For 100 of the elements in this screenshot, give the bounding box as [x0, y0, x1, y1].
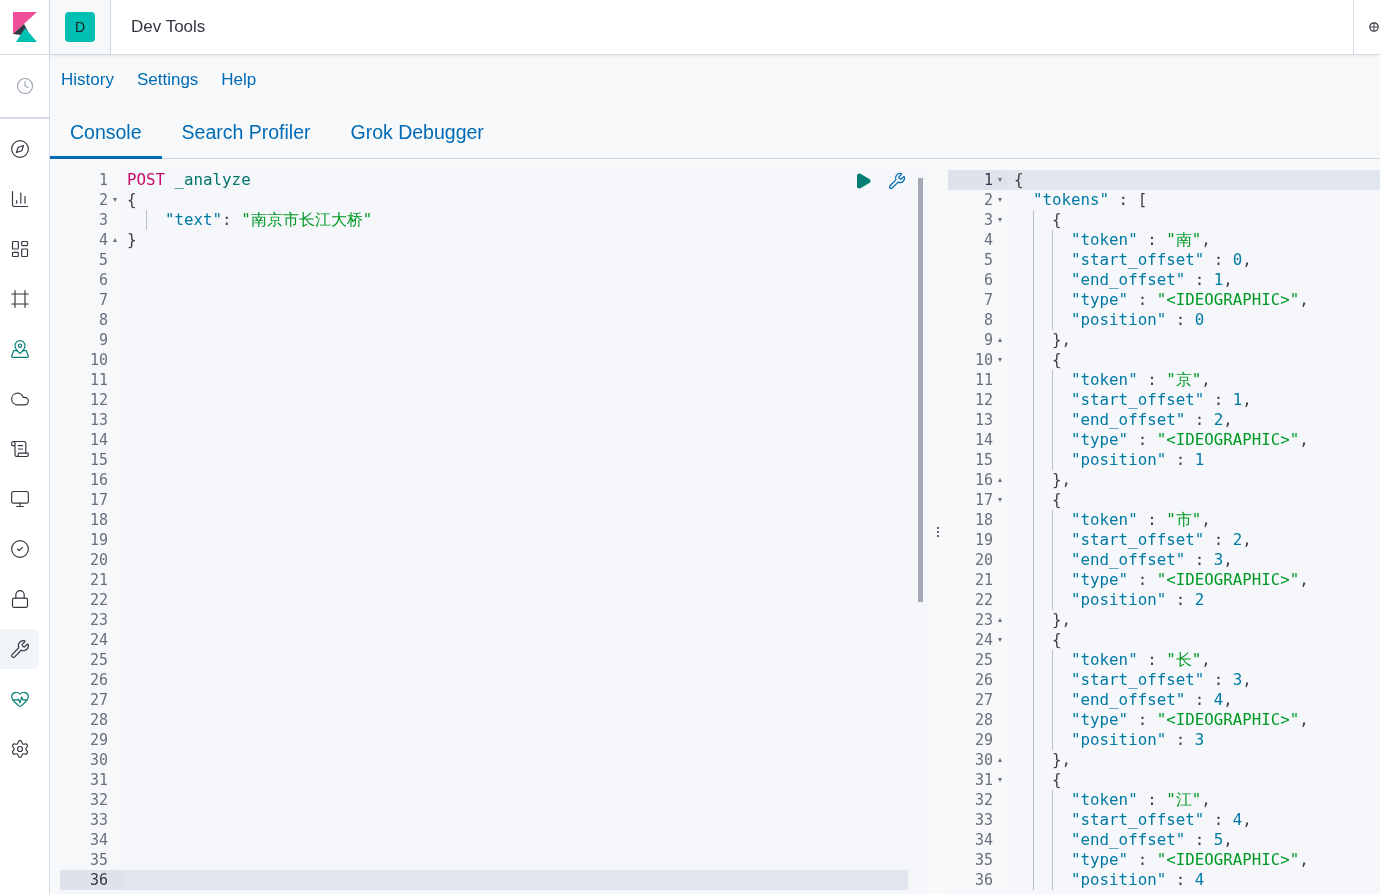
line-number: 23	[88, 610, 108, 630]
line-number: 33	[973, 810, 993, 830]
code-line: "type" : "<IDEOGRAPHIC>",	[1070, 850, 1309, 869]
line-number: 4	[97, 230, 108, 250]
line-number: 11	[88, 370, 108, 390]
fold-toggle[interactable]: ▾	[998, 495, 1002, 505]
code-line: "token" : "长",	[1070, 650, 1211, 669]
line-number: 7	[982, 290, 993, 310]
line-number: 6	[97, 270, 108, 290]
scroll-icon	[10, 439, 30, 459]
menu-link[interactable]: Help	[221, 70, 257, 90]
line-number: 27	[973, 690, 993, 710]
code-line: "end_offset" : 5,	[1070, 830, 1233, 849]
menu-link[interactable]: Settings	[136, 70, 199, 90]
play-icon	[854, 172, 872, 190]
line-number: 2	[97, 190, 108, 210]
wrench-icon	[10, 639, 30, 659]
code-line: "end_offset" : 4,	[1070, 690, 1233, 709]
line-number: 4	[982, 230, 993, 250]
code-line: {	[1051, 770, 1062, 789]
fold-toggle[interactable]: ▴	[998, 335, 1002, 345]
line-number: 2	[982, 190, 993, 210]
line-number: 20	[973, 550, 993, 570]
line-number: 17	[88, 490, 108, 510]
tab[interactable]: Search Profiler	[161, 105, 331, 159]
line-number: 32	[973, 790, 993, 810]
lock-icon	[10, 589, 30, 609]
line-number: 1	[982, 170, 993, 190]
line-number: 8	[97, 310, 108, 330]
fold-toggle[interactable]: ▾	[998, 175, 1002, 185]
line-number: 36	[973, 870, 993, 890]
code-line: }	[127, 230, 137, 249]
line-number: 1	[97, 170, 108, 190]
line-number: 28	[88, 710, 108, 730]
fold-toggle[interactable]: ▾	[998, 775, 1002, 785]
tab[interactable]: Grok Debugger	[330, 105, 504, 159]
clock-icon	[15, 77, 34, 95]
code-line: "position" : 0	[1070, 310, 1205, 329]
line-number: 3	[982, 210, 993, 230]
menu-link[interactable]: History	[61, 70, 114, 90]
fold-toggle[interactable]: ▴	[998, 475, 1002, 485]
line-number: 18	[88, 510, 108, 530]
line-number: 10	[973, 350, 993, 370]
code-line: "type" : "<IDEOGRAPHIC>",	[1070, 430, 1309, 449]
tab[interactable]: Console	[50, 105, 162, 159]
line-number: 8	[982, 310, 993, 330]
page-title: Dev Tools	[130, 17, 207, 37]
fold-toggle[interactable]: ▾	[998, 355, 1002, 365]
line-number: 36	[88, 870, 108, 890]
fold-toggle[interactable]: ▾	[998, 635, 1002, 645]
wrench-icon	[888, 172, 906, 190]
settings-button[interactable]	[888, 172, 906, 190]
code-line: },	[1051, 750, 1072, 769]
line-number: 22	[973, 590, 993, 610]
fold-toggle[interactable]: ▾	[998, 195, 1002, 205]
nav-item[interactable]	[0, 629, 39, 669]
line-number: 12	[88, 390, 108, 410]
line-number: 6	[982, 270, 993, 290]
code-line: "start_offset" : 1,	[1070, 390, 1252, 409]
scrollbar[interactable]	[918, 178, 923, 602]
code-line: "position" : 2	[1070, 590, 1205, 609]
avatar[interactable]: D	[65, 12, 95, 42]
line-number: 28	[973, 710, 993, 730]
line-number: 7	[97, 290, 108, 310]
run-button[interactable]	[854, 172, 872, 190]
code-line: "start_offset" : 3,	[1070, 670, 1252, 689]
fold-toggle[interactable]: ▴	[998, 755, 1002, 765]
line-number: 5	[97, 250, 108, 270]
line-number: 35	[973, 850, 993, 870]
code-line: "end_offset" : 1,	[1070, 270, 1233, 289]
code-line: {	[1014, 170, 1024, 189]
fold-toggle[interactable]: ▴	[998, 615, 1002, 625]
code-line: "tokens" : [	[1032, 190, 1148, 209]
line-number: 16	[973, 470, 993, 490]
line-number: 25	[88, 650, 108, 670]
line-number: 31	[88, 770, 108, 790]
line-number: 30	[88, 750, 108, 770]
line-number: 21	[88, 570, 108, 590]
code-line: "position" : 1	[1070, 450, 1205, 469]
line-number: 29	[88, 730, 108, 750]
compass-icon	[10, 139, 30, 159]
line-number: 10	[88, 350, 108, 370]
logo-icon[interactable]	[12, 12, 37, 42]
check-circle-icon	[10, 539, 30, 559]
code-line: "token" : "南",	[1070, 230, 1211, 249]
fold-toggle[interactable]: ▾	[113, 195, 117, 205]
fold-toggle[interactable]: ▴	[113, 235, 117, 245]
code-line: "text": "南京市长江大桥"	[164, 210, 373, 229]
monitor-icon	[10, 489, 30, 509]
line-number: 5	[982, 250, 993, 270]
code-line: {	[1051, 630, 1062, 649]
fold-toggle[interactable]: ▾	[998, 215, 1002, 225]
code-line: "type" : "<IDEOGRAPHIC>",	[1070, 290, 1309, 309]
line-number: 31	[973, 770, 993, 790]
code-line: POST _analyze	[127, 170, 251, 189]
code-line: "end_offset" : 3,	[1070, 550, 1233, 569]
line-number: 17	[973, 490, 993, 510]
line-number: 15	[973, 450, 993, 470]
line-number: 16	[88, 470, 108, 490]
line-number: 27	[88, 690, 108, 710]
